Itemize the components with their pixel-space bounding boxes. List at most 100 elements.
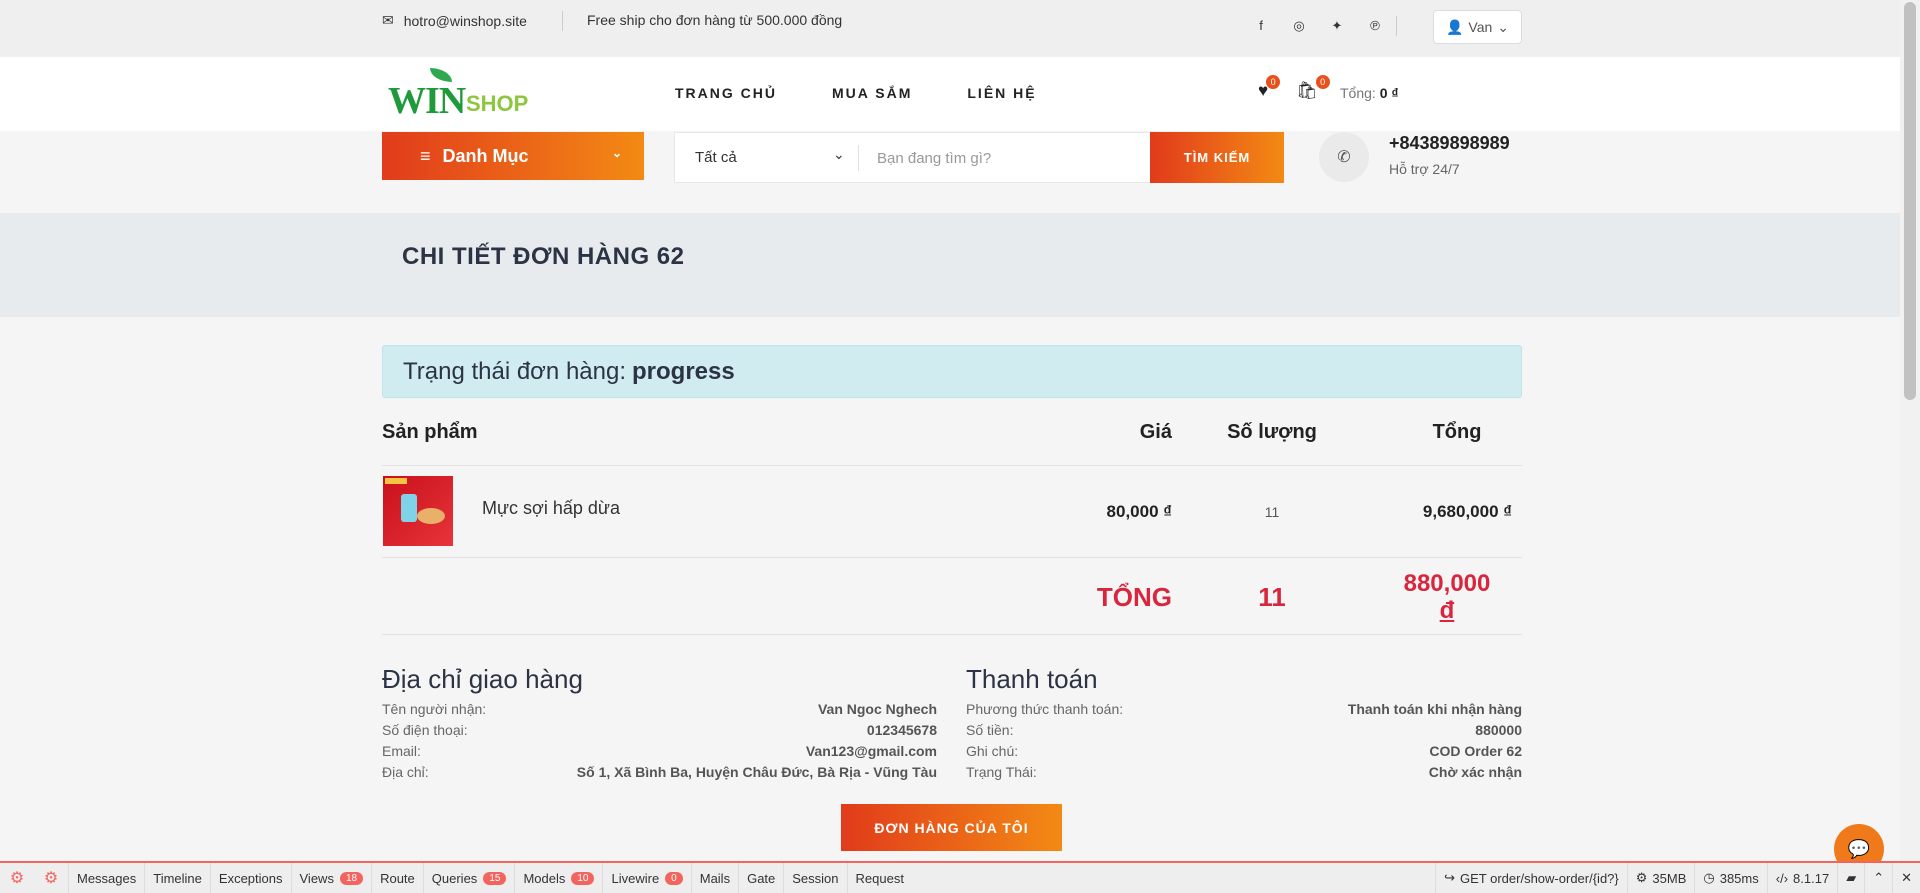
- footer-total-label: TỔNG: [1096, 582, 1172, 612]
- topbar-email[interactable]: ✉ hotro@winshop.site: [382, 12, 527, 29]
- payment-row: Số tiền: 880000: [966, 720, 1522, 741]
- envelope-icon: ✉: [382, 12, 394, 28]
- order-table-footer: TỔNG 11 880,000 đ: [382, 558, 1522, 635]
- col-price: Giá: [1139, 421, 1172, 443]
- topbar-email-text: hotro@winshop.site: [403, 12, 527, 29]
- laravel-logo-icon[interactable]: ⚙: [34, 863, 68, 893]
- order-table-header: Sản phẩm Giá Số lượng Tổng: [382, 418, 1522, 466]
- clock-icon: ◷: [1703, 870, 1715, 885]
- nav-contact[interactable]: LIÊN HỆ: [967, 85, 1036, 101]
- wishlist-badge: 0: [1266, 75, 1281, 89]
- footer-grand-total-currency: đ: [1439, 597, 1455, 624]
- category-menu-button[interactable]: ≡ Danh Mục ⌄: [382, 132, 644, 180]
- order-status-label: Trạng thái đơn hàng:: [403, 357, 626, 385]
- chevron-up-icon[interactable]: ⌃: [1864, 863, 1892, 893]
- debug-tab-timeline[interactable]: Timeline: [144, 863, 210, 893]
- debug-tab-count: 15: [483, 871, 507, 885]
- search-bar: Tất cả ⌄ TÌM KIẾM: [674, 132, 1284, 183]
- hamburger-icon: ≡: [420, 145, 431, 166]
- page-scrollbar[interactable]: [1900, 0, 1920, 893]
- payment-key: Phương thức thanh toán:: [966, 701, 1124, 717]
- product-thumbnail[interactable]: [383, 476, 453, 546]
- cart-total-value: 0 ₫: [1379, 85, 1399, 101]
- close-icon[interactable]: ✕: [1892, 863, 1920, 893]
- site-logo[interactable]: WIN SHOP: [386, 65, 536, 122]
- debug-php: ‹/› 8.1.17: [1766, 863, 1837, 893]
- twitter-icon[interactable]: ✦: [1329, 18, 1345, 34]
- my-orders-button[interactable]: ĐƠN HÀNG CỦA TÔI: [841, 804, 1062, 851]
- folder-open-icon[interactable]: ▰: [1837, 863, 1864, 893]
- instagram-icon[interactable]: ◎: [1291, 18, 1307, 34]
- product-qty: 11: [1264, 504, 1280, 520]
- debug-tab-label: Exceptions: [218, 870, 283, 886]
- cart-total-label: Tổng:: [1340, 85, 1376, 101]
- cart-button[interactable]: 🛍 0: [1296, 75, 1330, 101]
- logo-win-text: WIN: [388, 80, 466, 122]
- debug-tab-exceptions[interactable]: Exceptions: [209, 863, 291, 893]
- user-name: Van: [1468, 19, 1493, 35]
- debug-tab-label: Mails: [699, 870, 731, 886]
- debug-route[interactable]: ↪ GET order/show-order/{id?}: [1435, 863, 1627, 893]
- debug-tab-mails[interactable]: Mails: [690, 863, 738, 893]
- shipping-value: Van Ngoc Nghech: [817, 701, 937, 717]
- cogs-icon: ⚙: [1635, 870, 1648, 885]
- payment-row: Ghi chú: COD Order 62: [966, 741, 1522, 762]
- wishlist-button[interactable]: ♥ 0: [1258, 75, 1281, 101]
- table-row: Mực sợi hấp dừa 80,000 ₫ 11 9,680,000 ₫: [382, 466, 1522, 558]
- debug-tab-queries[interactable]: Queries 15: [422, 863, 515, 893]
- debug-tab-request[interactable]: Request: [846, 863, 912, 893]
- debug-tab-count: 0: [665, 871, 683, 885]
- debug-tab-views[interactable]: Views 18: [290, 863, 372, 893]
- laravel-icon[interactable]: ⚙: [0, 863, 34, 893]
- topbar: ✉ hotro@winshop.site Free ship cho đơn h…: [0, 0, 1900, 57]
- search-input[interactable]: [877, 145, 1137, 171]
- user-menu-button[interactable]: 👤 Van ⌄: [1433, 10, 1522, 44]
- social-links: f ◎ ✦ ℗: [1253, 18, 1383, 34]
- nav-home[interactable]: TRANG CHỦ: [675, 85, 777, 101]
- debug-tab-label: Models: [523, 870, 566, 886]
- nav-shop[interactable]: MUA SẮM: [832, 85, 912, 101]
- debug-tab-count: 18: [339, 871, 364, 885]
- search-button[interactable]: TÌM KIẾM: [1150, 132, 1284, 183]
- debug-tab-route[interactable]: Route: [371, 863, 423, 893]
- shipping-row: Email: Van123@gmail.com: [382, 741, 937, 762]
- payment-value: Thanh toán khi nhận hàng: [1347, 701, 1522, 717]
- order-status-value: progress: [632, 357, 735, 385]
- shipping-title: Địa chỉ giao hàng: [382, 664, 583, 694]
- debug-time-text: 385ms: [1719, 870, 1759, 886]
- payment-section: Thanh toán Phương thức thanh toán: Thanh …: [966, 664, 1522, 783]
- debug-tab-label: Request: [855, 870, 904, 886]
- facebook-icon[interactable]: f: [1253, 18, 1269, 34]
- product-name[interactable]: Mực sợi hấp dừa: [482, 498, 620, 519]
- footer-total-qty: 11: [1258, 582, 1286, 612]
- search-category-select[interactable]: Tất cả: [695, 149, 737, 166]
- shipping-row: Tên người nhận: Van Ngoc Nghech: [382, 699, 937, 720]
- debug-tab-messages[interactable]: Messages: [68, 863, 144, 893]
- freeship-notice: Free ship cho đơn hàng từ 500.000 đồng: [587, 12, 843, 28]
- product-price: 80,000 ₫: [1106, 502, 1172, 521]
- debug-tab-label: Views: [299, 870, 334, 886]
- pinterest-icon[interactable]: ℗: [1367, 18, 1383, 34]
- shipping-key: Tên người nhận:: [382, 701, 487, 717]
- col-product: Sản phẩm: [382, 421, 478, 443]
- debug-tab-livewire[interactable]: Livewire 0: [602, 863, 690, 893]
- shipping-value: Số 1, Xã Bình Ba, Huyện Châu Đức, Bà Rịa…: [576, 764, 937, 780]
- shipping-key: Email:: [382, 743, 421, 759]
- support-phone[interactable]: +84389898989: [1389, 133, 1510, 154]
- debugbar-right: ↪ GET order/show-order/{id?} ⚙ 35MB ◷ 385ms…: [1435, 863, 1920, 893]
- search-separator: [858, 145, 859, 171]
- payment-row: Trạng Thái: Chờ xác nhận: [966, 762, 1522, 783]
- debug-memory-text: 35MB: [1652, 870, 1687, 886]
- logo-shop-text: SHOP: [466, 91, 529, 116]
- debug-tab-label: Session: [792, 870, 839, 886]
- debug-tab-models[interactable]: Models 10: [514, 863, 602, 893]
- col-quantity: Số lượng: [1227, 421, 1317, 443]
- chevron-down-icon: ⌄: [833, 146, 845, 162]
- cart-badge: 0: [1315, 75, 1330, 89]
- user-icon: 👤: [1445, 18, 1464, 35]
- debug-tab-session[interactable]: Session: [783, 863, 846, 893]
- payment-title: Thanh toán: [966, 664, 1098, 694]
- debug-tab-gate[interactable]: Gate: [738, 863, 783, 893]
- debug-route-text: GET order/show-order/{id?}: [1460, 870, 1619, 886]
- scrollbar-thumb[interactable]: [1904, 2, 1916, 400]
